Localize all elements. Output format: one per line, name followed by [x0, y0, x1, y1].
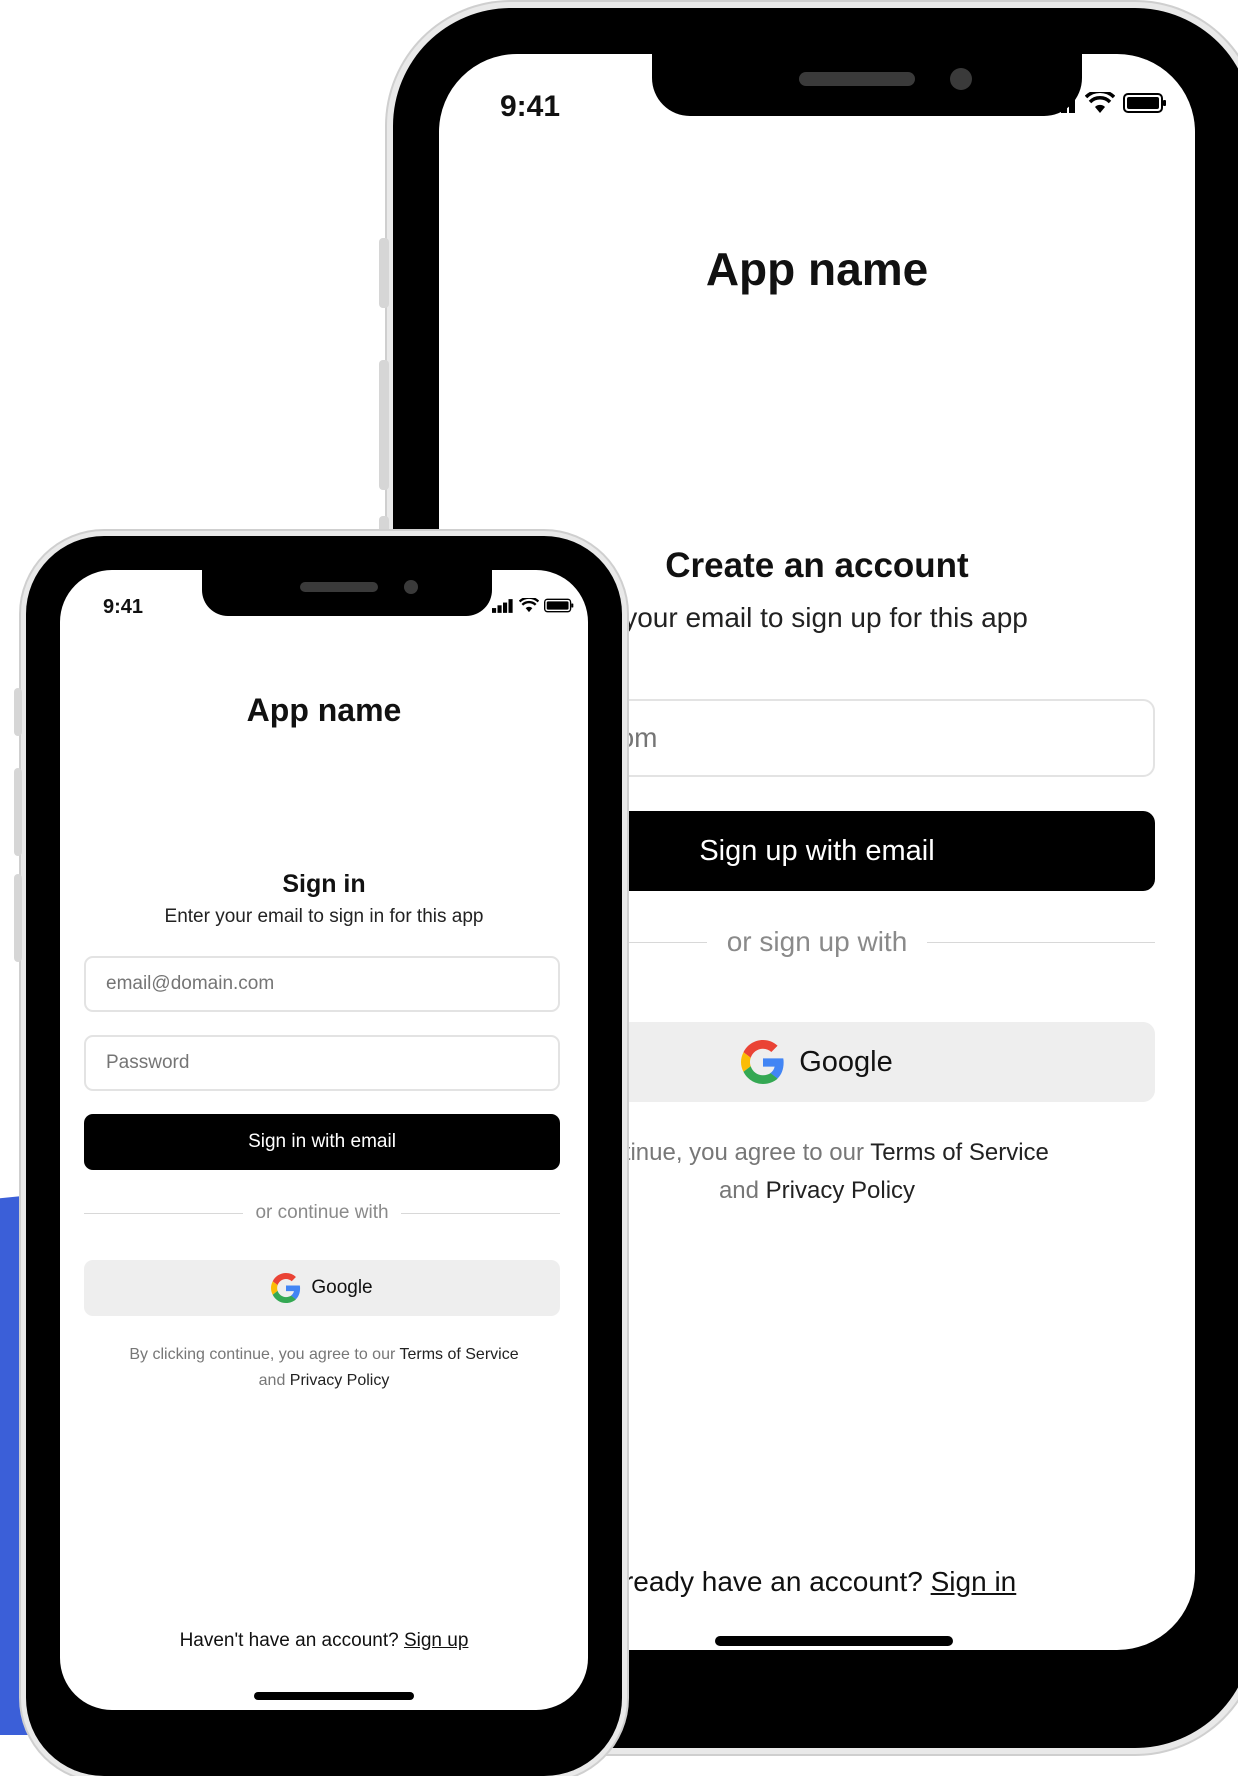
notch — [652, 54, 1082, 116]
terms-prefix: By clicking continue, you agree to our — [129, 1346, 400, 1363]
password-field[interactable] — [84, 1035, 560, 1091]
signal-icon — [492, 598, 513, 613]
front-camera — [950, 68, 972, 90]
divider: or continue with — [84, 1200, 561, 1226]
status-icons — [1045, 92, 1167, 114]
google-logo-icon — [741, 1040, 784, 1084]
app-name: App name — [246, 692, 402, 728]
google-button-label: Google — [799, 1045, 893, 1078]
signin-screen: 9:41 App name Sign in Enter your email t… — [60, 570, 588, 1710]
battery-icon — [544, 598, 574, 613]
speaker-grille — [799, 72, 915, 86]
volume-up-button — [14, 768, 22, 856]
terms-and: and — [258, 1372, 290, 1389]
home-indicator[interactable] — [715, 1636, 953, 1646]
terms-prefix: continue, you agree to our — [585, 1139, 871, 1166]
home-indicator[interactable] — [254, 1692, 414, 1700]
volume-up-button — [379, 360, 389, 490]
google-logo-icon — [271, 1273, 301, 1303]
terms-notice: By clicking continue, you agree to our T… — [60, 1342, 588, 1394]
volume-down-button — [14, 874, 22, 962]
divider-label: or continue with — [255, 1202, 389, 1223]
page-title: Sign in — [282, 870, 366, 898]
privacy-policy-link[interactable]: Privacy Policy — [290, 1372, 390, 1389]
wifi-icon — [519, 598, 539, 613]
email-field[interactable] — [84, 956, 560, 1012]
mute-switch — [14, 688, 22, 736]
divider-line — [400, 1212, 561, 1214]
sign-up-link[interactable]: Sign up — [404, 1630, 468, 1651]
sign-in-link[interactable]: Sign in — [931, 1566, 1017, 1597]
front-camera — [404, 580, 418, 594]
footer-signup-prompt: Haven't have an account? Sign up — [60, 1630, 588, 1652]
mute-switch — [379, 238, 389, 308]
google-button-label: Google — [311, 1277, 373, 1298]
google-sign-in-button[interactable]: Google — [84, 1260, 560, 1316]
terms-of-service-link[interactable]: Terms of Service — [870, 1139, 1049, 1166]
terms-and: and — [718, 1177, 766, 1204]
divider-line — [84, 1212, 244, 1214]
divider-label: or sign up with — [726, 926, 908, 957]
page-subtitle: Enter your email to sign in for this app — [164, 906, 484, 927]
signal-icon — [1045, 93, 1075, 113]
notch — [202, 570, 492, 616]
status-icons — [492, 598, 574, 613]
status-time: 9:41 — [500, 90, 561, 123]
sign-in-with-email-button[interactable]: Sign in with email — [84, 1114, 560, 1170]
wifi-icon — [1085, 92, 1115, 113]
footer-prefix: Haven't have an account? — [179, 1630, 404, 1651]
signin-phone-frame: 9:41 App name Sign in Enter your email t… — [14, 536, 622, 1776]
privacy-policy-link[interactable]: Privacy Policy — [766, 1177, 915, 1204]
battery-icon — [1123, 93, 1166, 113]
app-name: App name — [705, 243, 929, 295]
footer-prefix: lready have an account? — [617, 1566, 931, 1597]
speaker-grille — [300, 582, 378, 592]
divider-line — [927, 941, 1156, 943]
terms-of-service-link[interactable]: Terms of Service — [399, 1346, 518, 1363]
status-time: 9:41 — [103, 596, 144, 618]
